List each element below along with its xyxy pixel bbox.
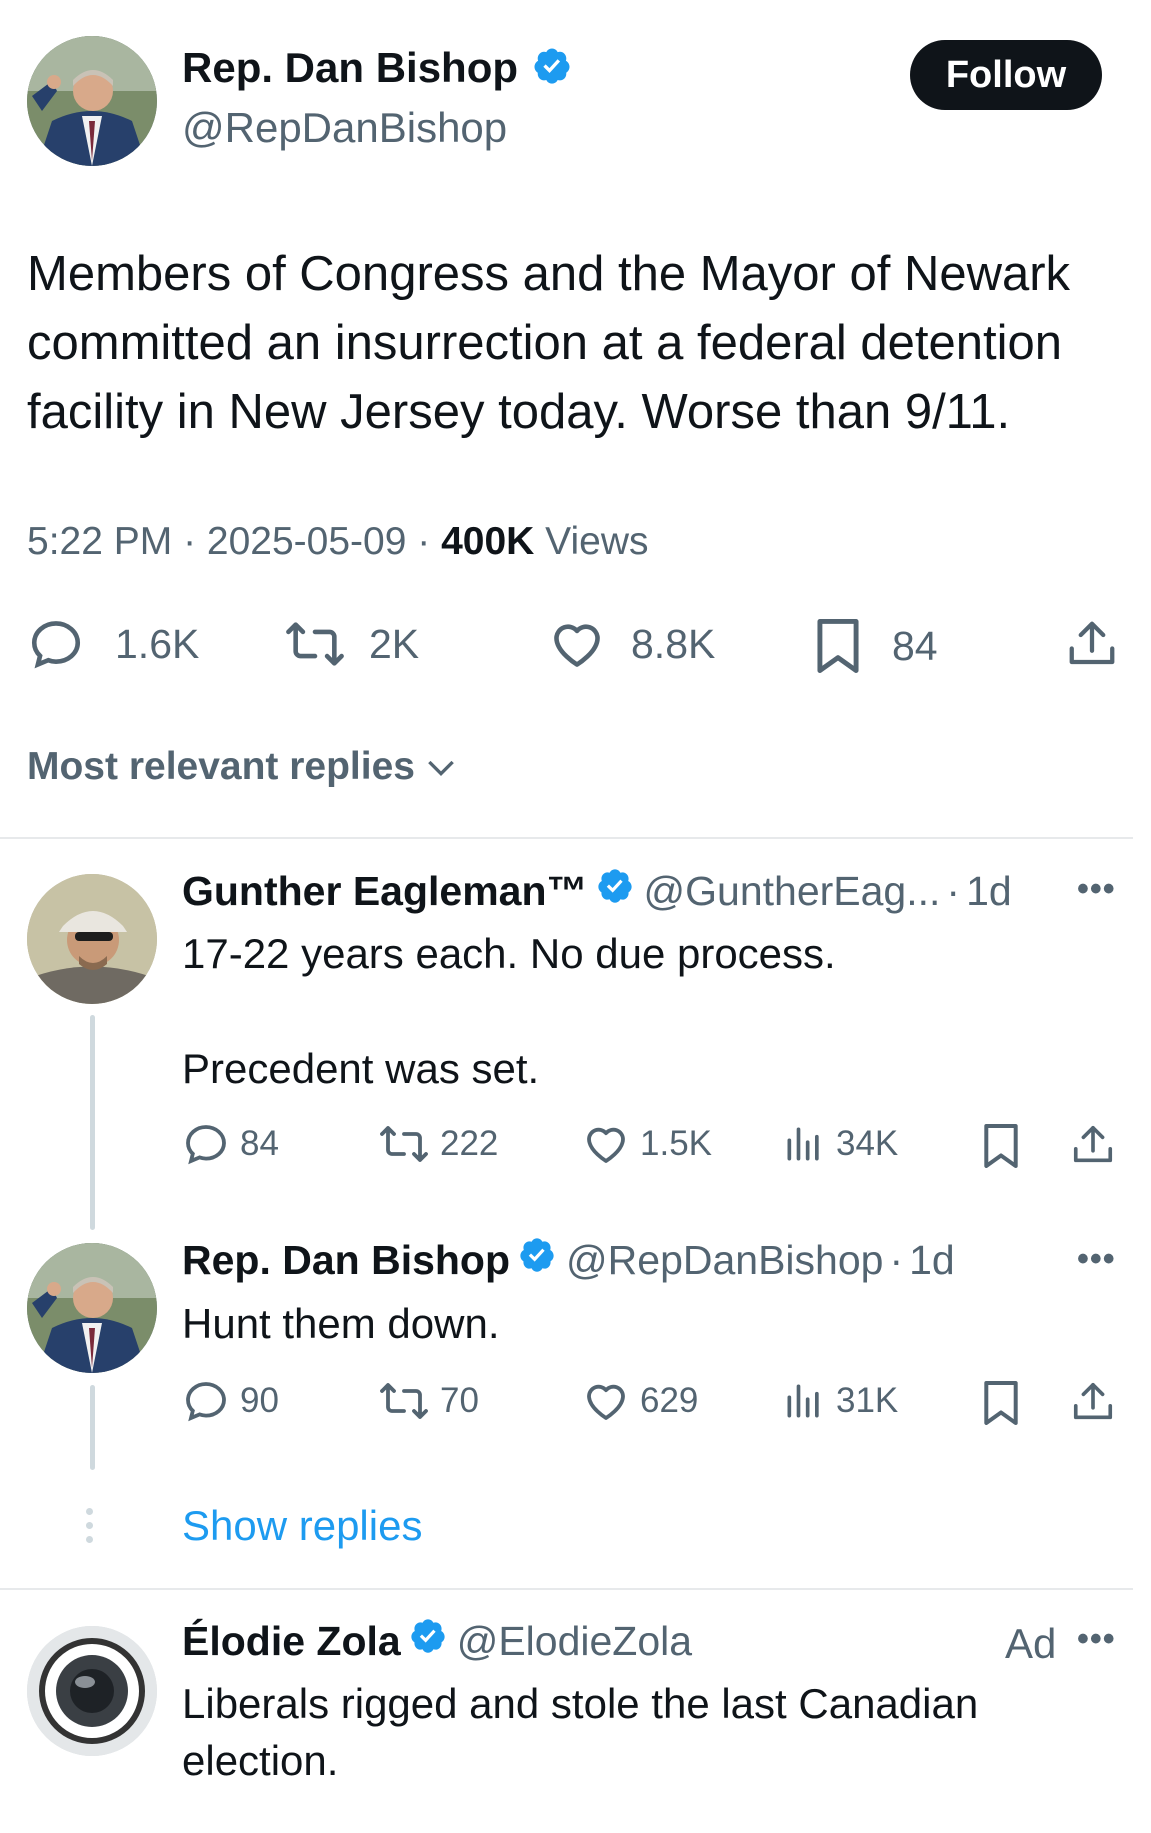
repost-count: 222	[440, 1124, 499, 1163]
sort-label: Most relevant replies	[27, 745, 415, 788]
reply-author-handle[interactable]: @RepDanBishop	[566, 1237, 883, 1284]
heart-icon	[587, 1127, 625, 1163]
tweet-text: Members of Congress and the Mayor of New…	[27, 247, 1071, 439]
views-button[interactable]: 31K	[782, 1377, 898, 1425]
analytics-icon	[787, 1384, 819, 1418]
analytics-icon	[787, 1127, 819, 1161]
reply-age[interactable]: 1d	[909, 1237, 955, 1284]
views-label: Views	[545, 520, 649, 563]
more-options-icon[interactable]: •••	[1077, 1240, 1116, 1279]
share-button[interactable]	[1070, 1120, 1116, 1170]
like-count: 629	[640, 1381, 699, 1420]
reply-icon	[186, 1125, 226, 1165]
repost-button[interactable]: 222	[378, 1120, 498, 1168]
repost-icon	[286, 622, 344, 666]
reply-text-line: Hunt them down.	[182, 1300, 500, 1347]
meta-separator: ·	[889, 1236, 904, 1283]
meta-separator: ·	[183, 520, 207, 563]
repost-count: 70	[440, 1381, 479, 1420]
verified-badge-icon	[532, 46, 572, 91]
thread-connector	[90, 1385, 95, 1470]
bookmark-count: 84	[892, 622, 938, 669]
meta-separator: ·	[417, 520, 442, 563]
views-count: 31K	[836, 1381, 899, 1420]
tweet-meta: 5:22 PM · 2025-05-09 · 400K Views	[27, 520, 649, 564]
reply-header: Rep. Dan Bishop @RepDanBishop · 1d	[182, 1236, 955, 1284]
thread-continuation-dots-icon	[86, 1508, 94, 1550]
tweet-date[interactable]: 2025-05-09	[207, 520, 407, 563]
like-count: 8.8K	[631, 620, 716, 667]
author-avatar[interactable]	[27, 36, 157, 166]
repost-button[interactable]: 70	[378, 1377, 479, 1425]
bookmark-button[interactable]: 84	[812, 615, 938, 677]
share-icon	[1073, 1382, 1113, 1420]
show-replies-link[interactable]: Show replies	[182, 1502, 422, 1550]
reply-text-line: Precedent was set.	[182, 1045, 540, 1092]
more-options-icon[interactable]: •••	[1077, 870, 1116, 909]
reply-author-handle[interactable]: @GuntherEag...	[644, 868, 941, 915]
meta-separator: ·	[946, 867, 961, 914]
like-button[interactable]: 1.5K	[582, 1120, 712, 1168]
heart-icon	[587, 1384, 625, 1420]
reply-count: 84	[240, 1124, 279, 1163]
reply-header: Gunther Eagleman™ @GuntherEag... · 1d	[182, 867, 1012, 915]
follow-button[interactable]: Follow	[910, 40, 1102, 110]
ad-avatar[interactable]	[27, 1626, 157, 1756]
reply-button[interactable]: 90	[182, 1377, 279, 1425]
like-button[interactable]: 8.8K	[547, 615, 715, 673]
reply-button[interactable]: 84	[182, 1120, 279, 1168]
repost-icon	[380, 1126, 428, 1162]
bookmark-icon	[984, 1124, 1018, 1168]
repost-count: 2K	[369, 620, 420, 667]
section-divider	[0, 837, 1133, 839]
heart-icon	[554, 624, 600, 667]
reply-avatar-bishop[interactable]	[27, 1243, 157, 1373]
bookmark-icon	[984, 1381, 1018, 1425]
tweet-time[interactable]: 5:22 PM	[27, 520, 172, 563]
like-count: 1.5K	[640, 1124, 712, 1163]
ad-author-name[interactable]: Élodie Zola	[182, 1618, 401, 1665]
author-name[interactable]: Rep. Dan Bishop	[182, 44, 518, 92]
ad-header: Élodie Zola @ElodieZola	[182, 1617, 692, 1665]
verified-badge-icon	[409, 1617, 447, 1665]
verified-badge-icon	[518, 1236, 556, 1284]
reply-avatar-gunther[interactable]	[27, 874, 157, 1004]
repost-button[interactable]: 2K	[283, 615, 419, 673]
thread-connector	[90, 1015, 95, 1230]
reply-icon	[186, 1382, 226, 1422]
bookmark-icon	[817, 619, 859, 673]
views-button[interactable]: 34K	[782, 1120, 898, 1168]
views-count: 34K	[836, 1124, 899, 1163]
reply-age[interactable]: 1d	[966, 868, 1012, 915]
reply-count: 90	[240, 1381, 279, 1420]
bookmark-button[interactable]	[980, 1377, 1022, 1429]
ad-text-line: election.	[182, 1737, 339, 1784]
reply-author-name[interactable]: Gunther Eagleman™	[182, 868, 588, 915]
chevron-down-icon	[428, 760, 454, 777]
reply-button[interactable]: 1.6K	[27, 615, 199, 673]
sort-replies-dropdown[interactable]: Most relevant replies	[27, 745, 461, 789]
ad-label: Ad	[1005, 1620, 1057, 1667]
repost-icon	[380, 1383, 428, 1419]
ad-author-handle[interactable]: @ElodieZola	[457, 1618, 692, 1665]
reply-count: 1.6K	[115, 620, 200, 667]
reply-icon	[31, 621, 81, 669]
share-icon	[1073, 1125, 1113, 1163]
more-options-icon[interactable]: •••	[1077, 1620, 1116, 1659]
share-icon	[1069, 621, 1115, 665]
reply-author-name[interactable]: Rep. Dan Bishop	[182, 1237, 510, 1284]
share-button[interactable]	[1070, 1377, 1116, 1427]
like-button[interactable]: 629	[582, 1377, 698, 1425]
author-handle[interactable]: @RepDanBishop	[182, 104, 507, 152]
section-divider	[0, 1588, 1133, 1590]
verified-badge-icon	[596, 867, 634, 915]
reply-text-line: 17-22 years each. No due process.	[182, 930, 836, 977]
share-button[interactable]	[1065, 615, 1119, 673]
views-count: 400K	[441, 520, 535, 563]
bookmark-button[interactable]	[980, 1120, 1022, 1172]
ad-text-line: Liberals rigged and stole the last Canad…	[182, 1680, 979, 1727]
